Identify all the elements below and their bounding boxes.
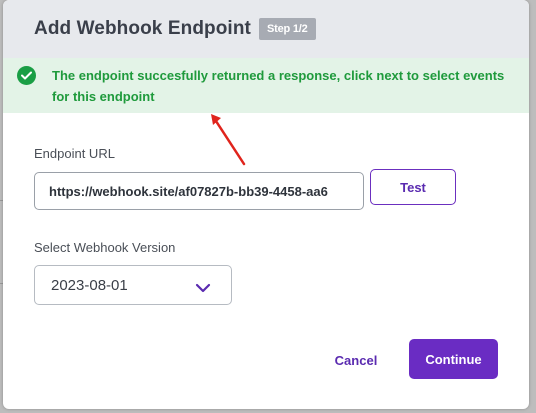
success-banner: The endpoint succesfully returned a resp…	[3, 58, 529, 113]
continue-button[interactable]: Continue	[409, 339, 498, 379]
modal-title: Add Webhook Endpoint	[34, 18, 251, 39]
check-circle-icon	[17, 66, 36, 85]
modal-header: Add Webhook Endpoint Step 1/2	[3, 0, 529, 58]
red-arrow-icon	[208, 112, 248, 173]
endpoint-url-label: Endpoint URL	[34, 146, 115, 161]
endpoint-url-input[interactable]	[34, 172, 364, 210]
test-button[interactable]: Test	[370, 169, 456, 205]
webhook-version-select[interactable]: 2023-08-01	[34, 265, 232, 305]
step-badge: Step 1/2	[259, 18, 316, 40]
chevron-down-icon	[195, 280, 211, 298]
webhook-version-label: Select Webhook Version	[34, 240, 176, 255]
add-webhook-modal: Add Webhook Endpoint Step 1/2 The endpoi…	[3, 0, 529, 409]
cancel-button[interactable]: Cancel	[321, 342, 391, 378]
selected-version: 2023-08-01	[51, 277, 128, 294]
success-message: The endpoint succesfully returned a resp…	[52, 68, 505, 104]
